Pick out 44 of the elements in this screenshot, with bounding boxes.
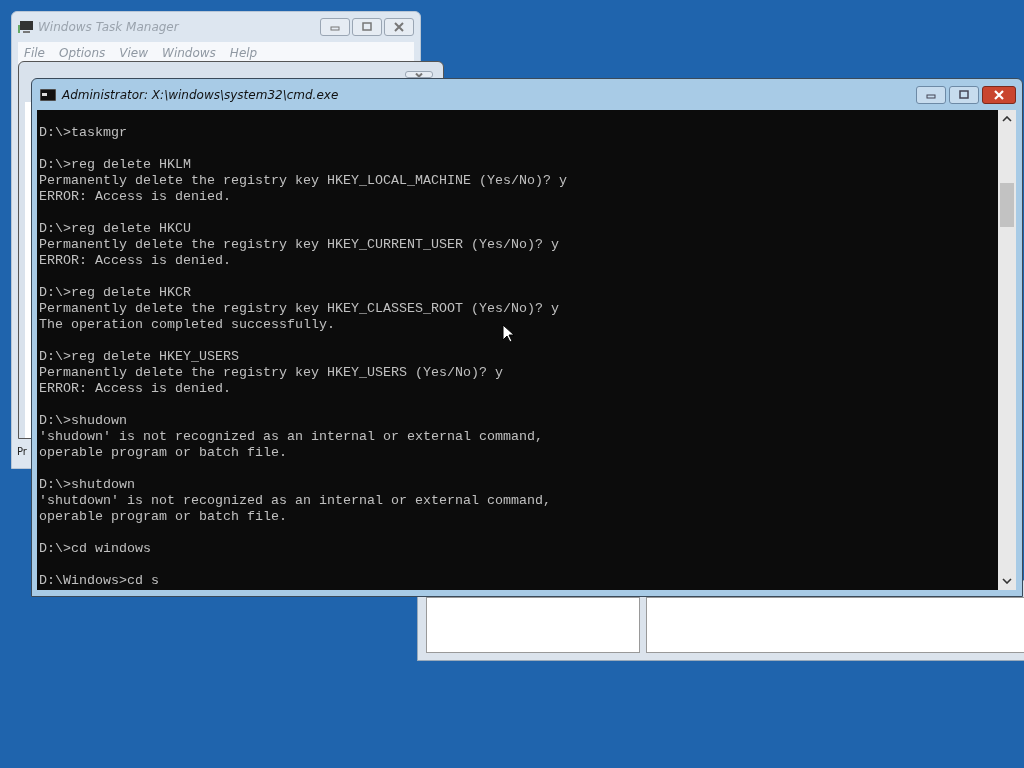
console-line: D:\>reg delete HKLM: [39, 157, 191, 173]
console-line: D:\>shudown: [39, 413, 127, 429]
minimize-button[interactable]: [916, 85, 946, 104]
status-text: Pr: [17, 446, 27, 458]
minimize-icon: [329, 23, 341, 31]
window-title: Windows Task Manager: [38, 20, 179, 34]
console-line: 'shudown' is not recognized as an internal or external command,: [39, 429, 543, 445]
monitor-icon: [18, 20, 34, 34]
console-line: D:\>cd windows: [39, 541, 151, 557]
console-line: operable program or batch file.: [39, 445, 287, 461]
console-line: D:\>reg delete HKCR: [39, 285, 191, 301]
console-line: D:\>reg delete HKCU: [39, 221, 191, 237]
maximize-button[interactable]: [352, 18, 382, 36]
menu-item[interactable]: Windows: [162, 46, 216, 60]
maximize-icon: [958, 89, 970, 100]
menu-item[interactable]: Help: [229, 46, 258, 60]
console-line: Permanently delete the registry key HKEY_USERS (Yes/No)? y: [39, 365, 503, 381]
console-icon: [40, 88, 56, 101]
menu-item[interactable]: View: [119, 46, 148, 60]
menu-item[interactable]: Options: [58, 46, 106, 60]
console-line: D:\>shutdown: [39, 477, 135, 493]
console-line: ERROR: Access is denied.: [39, 189, 231, 205]
console-line: D:\>taskmgr: [39, 125, 127, 141]
console-line: operable program or batch file.: [39, 509, 287, 525]
minimize-button[interactable]: [320, 18, 350, 36]
console-line: Permanently delete the registry key HKEY_CURRENT_USER (Yes/No)? y: [39, 237, 559, 253]
console-line: The operation completed successfully.: [39, 317, 335, 333]
close-button[interactable]: [982, 85, 1016, 104]
scroll-up-icon[interactable]: [1002, 116, 1012, 122]
console-line: ERROR: Access is denied.: [39, 381, 231, 397]
menu-item[interactable]: File: [24, 46, 45, 60]
mouse-cursor-icon: [502, 324, 514, 343]
maximize-button[interactable]: [949, 85, 979, 104]
maximize-icon: [361, 22, 373, 32]
console-line: ERROR: Access is denied.: [39, 253, 231, 269]
console-line: Permanently delete the registry key HKEY_LOCAL_MACHINE (Yes/No)? y: [39, 173, 567, 189]
window-title: Administrator: X:\windows\system32\cmd.exe: [62, 87, 339, 102]
console-line: 'shutdown' is not recognized as an internal or external command,: [39, 493, 551, 509]
console-line: Permanently delete the registry key HKEY_CLASSES_ROOT (Yes/No)? y: [39, 301, 559, 317]
scroll-thumb[interactable]: [1000, 183, 1014, 227]
scroll-down-icon[interactable]: [1002, 578, 1012, 584]
console-line: D:\>reg delete HKEY_USERS: [39, 349, 239, 365]
scrollbar[interactable]: [998, 110, 1016, 590]
console-line: D:\Windows>cd s: [39, 573, 159, 589]
